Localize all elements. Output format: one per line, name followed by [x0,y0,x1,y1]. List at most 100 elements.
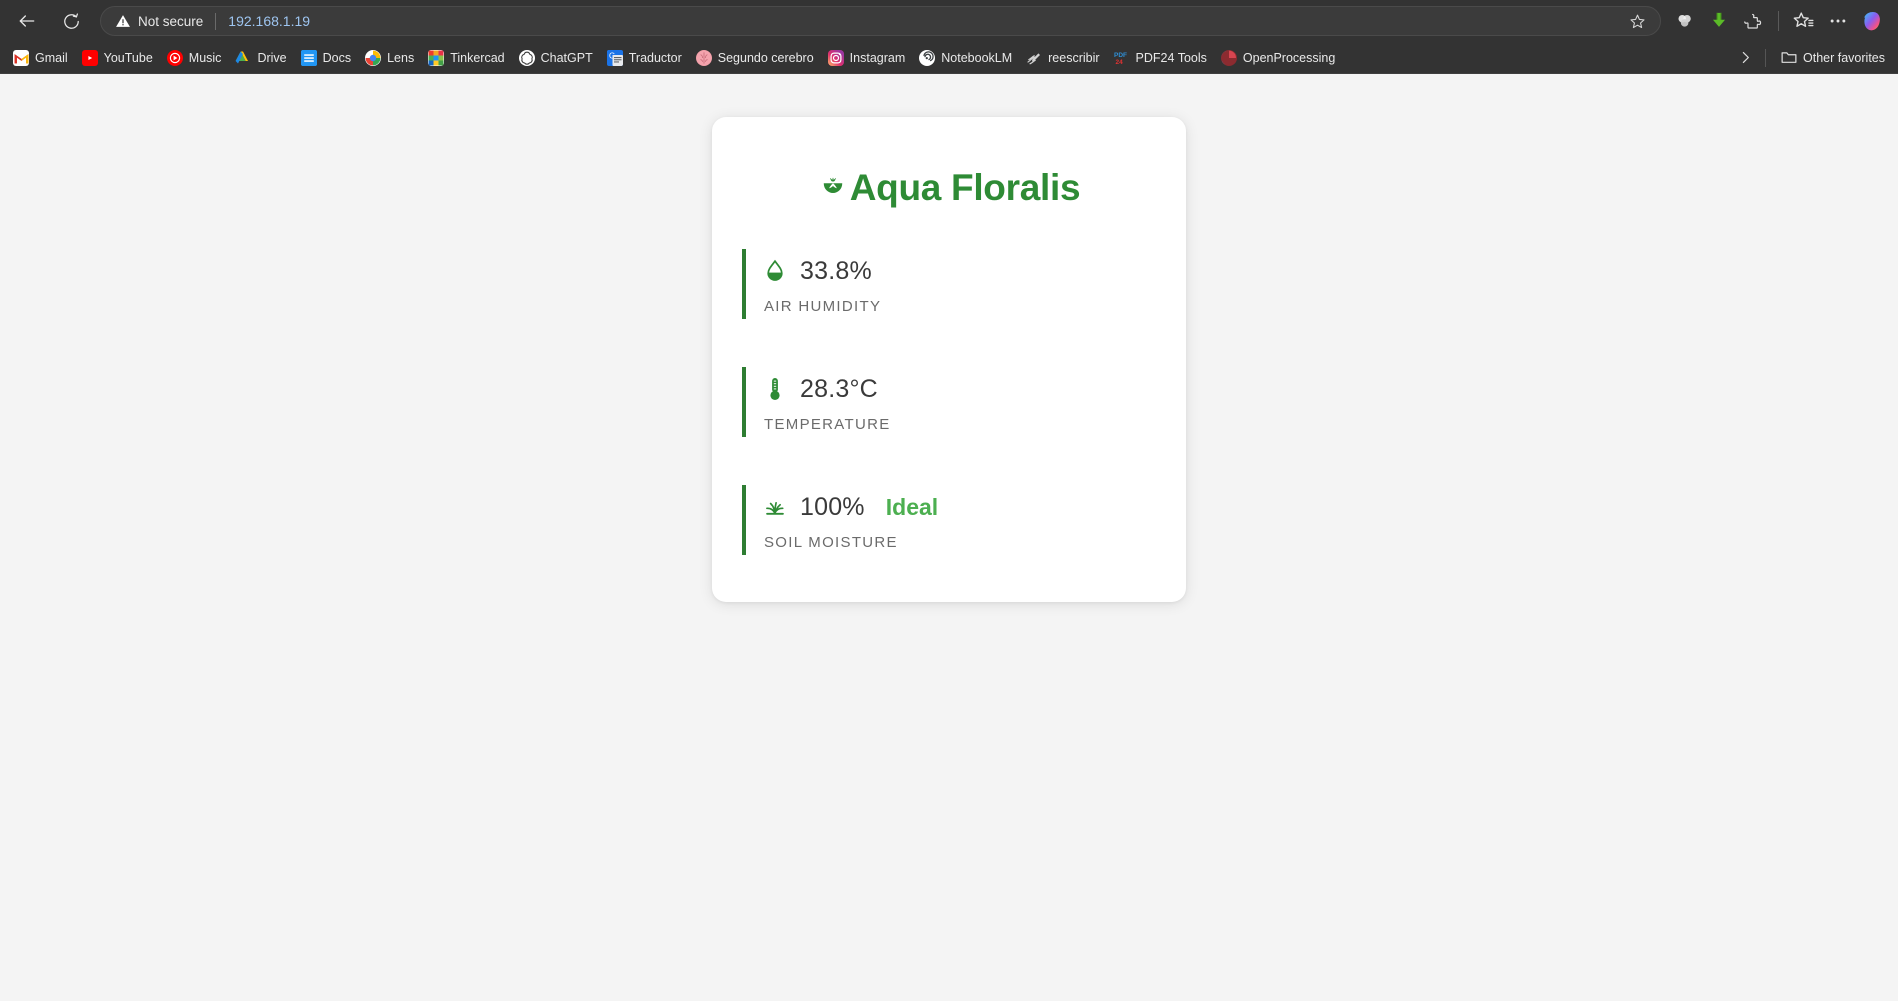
bookmark-music[interactable]: Music [160,47,229,69]
bookmark-instagram[interactable]: Instagram [821,47,913,69]
metric-value-row: 28.3°C [764,371,1156,407]
metrics-list: 33.8% AIR HUMIDITY 28.3°C TEMPERATURE 10… [742,249,1156,555]
pdf24-favicon: PDF 24 [1114,50,1130,66]
bookmark-reescribir[interactable]: reescribir [1019,47,1106,69]
youtube-music-favicon [166,49,183,66]
tinkercad-blocks-icon [428,50,444,65]
metric-air-humidity: 33.8% AIR HUMIDITY [742,249,1156,319]
bookmark-label: Gmail [35,50,68,65]
status-badge: Ideal [885,493,939,520]
bookmark-label: Traductor [628,50,682,65]
downloads-button[interactable] [1703,5,1735,37]
drive-triangle-icon [236,51,249,64]
thermometer-glyph-icon [770,378,780,400]
url-text[interactable]: 192.168.1.19 [228,13,1624,29]
google-drive-favicon [235,50,251,66]
bookmark-label: PDF24 Tools [1135,50,1207,65]
lens-circle-icon [365,50,381,65]
bookmark-label: Tinkercad [450,50,505,65]
extensions-puzzle-icon [1743,13,1761,29]
page-title-text: Aqua Floralis [849,167,1081,208]
toolbar-actions [1669,5,1888,37]
bookmark-label: Segundo cerebro [717,50,814,65]
bookmark-label: NotebookLM [941,50,1013,65]
browser-chrome: Not secure 192.168.1.19 Gmail YouTube Mu… [0,0,1898,74]
gmail-favicon [13,49,29,66]
bookmark-lens[interactable]: Lens [358,47,421,69]
grass-sprout-icon [766,501,784,515]
bookmark-pdf24-tools[interactable]: PDF 24 PDF24 Tools [1107,47,1214,69]
translate-icon: G [606,49,623,66]
dashboard-card: Aqua Floralis 33.8% AIR HUMIDITY 28.3°C … [712,117,1186,602]
folder-icon [1781,50,1797,66]
collections-button[interactable] [1788,5,1820,37]
metric-value-row: 33.8% [764,253,1156,289]
page-viewport: Aqua Floralis 33.8% AIR HUMIDITY 28.3°C … [0,74,1898,999]
bookmark-traductor[interactable]: G Traductor [600,47,689,69]
reload-button[interactable] [54,4,88,38]
seedling-glyph-icon [823,177,842,193]
bookmark-chatgpt[interactable]: ChatGPT [512,47,600,69]
copilot-button[interactable] [1856,5,1888,37]
bookmarks-bar: Gmail YouTube Music Drive Docs Lens Tink… [0,42,1898,74]
metric-value: 28.3°C [800,374,878,403]
metric-value: 100% [800,492,865,521]
extensions-button[interactable] [1737,5,1769,37]
music-play-icon [167,50,182,65]
metric-label: TEMPERATURE [764,416,891,433]
bookmark-gmail[interactable]: Gmail [6,47,75,69]
bookmark-segundo-cerebro[interactable]: Segundo cerebro [689,47,821,69]
bookmark-youtube[interactable]: YouTube [75,47,160,69]
brain-favicon [695,49,712,66]
tinkercad-favicon [428,49,445,66]
back-button[interactable] [10,4,44,38]
instagram-favicon [827,49,844,66]
thermometer-icon [764,376,786,402]
water-droplet-icon [764,259,786,283]
browser-toolbar: Not secure 192.168.1.19 [0,0,1898,42]
openprocessing-circle-icon [1221,50,1237,65]
bookmark-label: reescribir [1048,50,1100,65]
google-docs-favicon [300,49,317,66]
bookmark-label: Lens [387,50,415,65]
bookmark-docs[interactable]: Docs [294,47,358,69]
settings-more-button[interactable] [1822,5,1854,37]
openai-knot-icon [519,49,535,66]
gmail-m-icon [14,53,28,63]
svg-text:PDF: PDF [1114,52,1127,59]
bookmark-openprocessing[interactable]: OpenProcessing [1214,47,1342,69]
ellipsis-icon [1830,19,1846,23]
toolbar-divider [1778,11,1779,31]
address-bar[interactable]: Not secure 192.168.1.19 [100,6,1661,36]
bookmark-drive[interactable]: Drive [228,47,293,69]
bookmark-tinkercad[interactable]: Tinkercad [421,47,511,69]
security-indicator[interactable]: Not secure [115,13,203,29]
bookmark-notebooklm[interactable]: NotebookLM [912,47,1019,69]
bookmark-label: ChatGPT [540,50,593,65]
bookmark-label: YouTube [103,50,153,65]
warning-triangle-icon [116,15,130,27]
other-favorites-label: Other favorites [1803,50,1885,65]
openprocessing-favicon [1220,49,1237,66]
back-arrow-icon [19,15,35,27]
reload-icon [63,12,79,29]
omnibox-divider [215,12,217,30]
other-favorites-button[interactable]: Other favorites [1774,47,1892,69]
scribble-icon [1027,52,1041,64]
bookmark-label: Docs [322,50,352,65]
youtube-favicon [81,49,98,66]
notebooklm-spiral-icon [919,50,935,65]
bookmarks-overflow-button[interactable] [1733,46,1757,70]
bookmark-label: Instagram [849,50,906,65]
bookmarks-divider [1765,48,1767,67]
svg-text:24: 24 [1115,59,1123,66]
chatgpt-favicon [518,49,535,66]
split-screen-button[interactable] [1669,5,1701,37]
bookmark-star-button[interactable] [1624,8,1650,34]
notebooklm-favicon [919,49,936,66]
collections-icon [1793,12,1814,28]
brain-icon [696,50,712,65]
instagram-camera-icon [827,49,844,66]
split-screen-icon [1678,14,1691,27]
star-icon [1629,14,1645,28]
